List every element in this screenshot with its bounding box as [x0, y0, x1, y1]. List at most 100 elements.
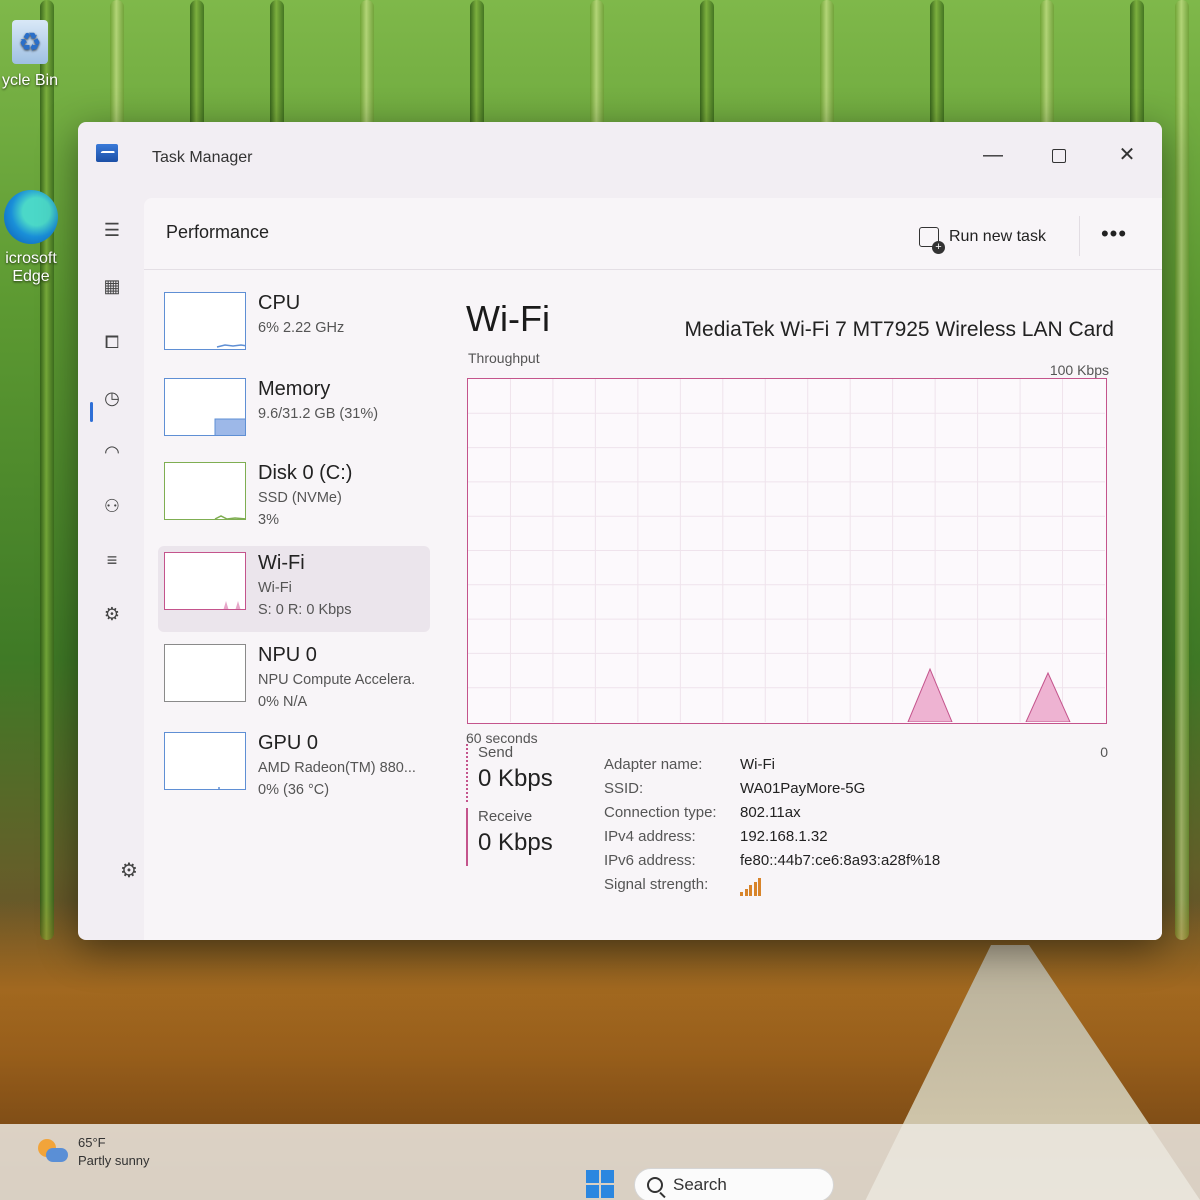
- device-detail: NPU Compute Accelera.: [258, 672, 416, 688]
- run-new-task-label: Run new task: [949, 228, 1046, 245]
- active-indicator: [90, 402, 93, 422]
- device-name: Wi-Fi: [258, 552, 305, 574]
- users-icon[interactable]: ⚇: [96, 490, 128, 522]
- receive-stat: Receive 0 Kbps: [466, 808, 596, 866]
- prop-value: 802.11ax: [740, 804, 801, 821]
- signal-bar: [753, 881, 757, 896]
- send-stat: Send 0 Kbps: [466, 744, 596, 802]
- prop-value: 192.168.1.32: [740, 828, 828, 845]
- taskbar-search[interactable]: Search: [634, 1168, 834, 1200]
- content-area: Performance Run new task ••• CPU 6% 2.22…: [144, 198, 1162, 940]
- throughput-graph-svg: [468, 379, 1105, 722]
- minimize-button[interactable]: —: [970, 138, 1016, 172]
- signal-bar: [749, 885, 752, 896]
- prop-value: WA01PayMore-5G: [740, 780, 866, 797]
- device-npu[interactable]: NPU 0 NPU Compute Accelera. 0% N/A: [158, 638, 430, 724]
- prop-label: IPv6 address:: [604, 852, 696, 869]
- edge-label-line1: icrosoft: [5, 250, 57, 267]
- prop-label: Adapter name:: [604, 756, 703, 773]
- close-button[interactable]: ✕: [1104, 138, 1150, 172]
- window-title: Task Manager: [152, 149, 253, 166]
- signal-bar: [758, 878, 761, 896]
- prop-label: Signal strength:: [604, 876, 709, 893]
- content-header: Performance Run new task •••: [144, 198, 1162, 270]
- cpu-thumbnail-graph: [164, 292, 246, 350]
- signal-bar: [740, 892, 743, 896]
- signal-bar: [744, 888, 748, 896]
- receive-label: Receive: [478, 808, 533, 825]
- settings-icon[interactable]: ⚙: [120, 858, 138, 883]
- weather-widget[interactable]: 65°F Partly sunny: [38, 1134, 150, 1170]
- receive-value: 0 Kbps: [478, 829, 553, 856]
- maximize-button[interactable]: [1036, 138, 1082, 172]
- npu-thumbnail-graph: [164, 644, 246, 702]
- prop-label: Connection type:: [604, 804, 717, 821]
- maximize-icon: [1052, 148, 1066, 163]
- prop-value: Wi-Fi: [740, 756, 775, 773]
- search-label: Search: [673, 1175, 727, 1194]
- device-detail: AMD Radeon(TM) 880...: [258, 760, 416, 776]
- taskbar: 65°F Partly sunny Search: [0, 1124, 1200, 1200]
- navigation-rail: ☰ ▦ ⧠ ◷ ◠ ⚇ ≡ ⚙: [78, 194, 144, 940]
- device-detail: 6% 2.22 GHz: [258, 320, 345, 336]
- wifi-thumbnail-graph: [164, 552, 246, 610]
- disk-thumbnail-graph: [164, 462, 246, 520]
- more-options-button[interactable]: •••: [1094, 220, 1134, 254]
- header-divider: [1079, 216, 1080, 256]
- wifi-heading: Wi-Fi: [466, 298, 550, 339]
- prop-label: SSID:: [604, 780, 644, 797]
- hamburger-menu-icon[interactable]: ☰: [96, 214, 128, 246]
- throughput-max-label: 100 Kbps: [1049, 362, 1109, 378]
- device-usage: 0% (36 °C): [258, 782, 330, 798]
- gpu-thumbnail-graph: [164, 732, 246, 790]
- send-label: Send: [478, 744, 514, 761]
- search-icon: [647, 1177, 663, 1193]
- device-wifi[interactable]: Wi-Fi Wi-Fi S: 0 R: 0 Kbps: [158, 546, 430, 632]
- throughput-spike: [1025, 671, 1071, 722]
- device-detail: Wi-Fi: [258, 580, 292, 596]
- app-history-icon[interactable]: ◷: [96, 382, 128, 414]
- desktop-recycle-bin[interactable]: ♻ ycle Bin: [0, 20, 60, 90]
- device-name: CPU: [258, 292, 301, 314]
- device-memory[interactable]: Memory 9.6/31.2 GB (31%): [158, 372, 430, 458]
- device-disk[interactable]: Disk 0 (C:) SSD (NVMe) 3%: [158, 456, 430, 542]
- run-new-task-icon: [919, 227, 945, 254]
- desktop-edge-shortcut[interactable]: icrosoft Edge: [0, 190, 62, 286]
- performance-icon[interactable]: ⧠: [96, 326, 128, 358]
- send-value: 0 Kbps: [478, 765, 553, 792]
- throughput-spike: [907, 667, 953, 722]
- memory-thumbnail-graph: [164, 378, 246, 436]
- task-manager-app-icon: [96, 144, 118, 162]
- signal-strength-icon: [740, 878, 764, 896]
- services-icon[interactable]: ⚙: [96, 598, 128, 630]
- processes-icon[interactable]: ▦: [96, 270, 128, 302]
- details-icon[interactable]: ≡: [96, 544, 128, 576]
- device-usage: 3%: [258, 512, 279, 528]
- device-cpu[interactable]: CPU 6% 2.22 GHz: [158, 286, 430, 372]
- page-title: Performance: [166, 222, 270, 242]
- weather-condition: Partly sunny: [78, 1153, 150, 1168]
- startup-apps-icon[interactable]: ◠: [96, 436, 128, 468]
- title-bar[interactable]: Task Manager — ✕: [78, 122, 1162, 194]
- edge-label-line2: Edge: [12, 268, 50, 285]
- recycle-bin-icon: ♻: [12, 20, 48, 64]
- prop-value: fe80::44b7:ce6:8a93:a28f%18: [740, 852, 941, 869]
- start-button[interactable]: [586, 1170, 616, 1200]
- device-name: Disk 0 (C:): [258, 462, 353, 484]
- graph-zero-label: 0: [1100, 744, 1108, 760]
- recycle-bin-label: ycle Bin: [1, 72, 59, 89]
- device-gpu[interactable]: GPU 0 AMD Radeon(TM) 880... 0% (36 °C): [158, 726, 430, 812]
- device-name: NPU 0: [258, 644, 317, 666]
- task-manager-window: Task Manager — ✕ ☰ ▦ ⧠ ◷ ◠ ⚇ ≡ ⚙ ⚙ Perfo…: [78, 122, 1162, 940]
- throughput-graph: [467, 378, 1107, 724]
- device-detail: SSD (NVMe): [258, 490, 342, 506]
- weather-temperature: 65°F: [78, 1135, 106, 1150]
- device-name: GPU 0: [258, 732, 319, 754]
- run-new-task-button[interactable]: Run new task: [919, 220, 1046, 254]
- device-throughput: S: 0 R: 0 Kbps: [258, 602, 352, 618]
- edge-icon: [4, 190, 58, 244]
- prop-label: IPv4 address:: [604, 828, 696, 845]
- device-name: Memory: [258, 378, 331, 400]
- adapter-full-name: MediaTek Wi-Fi 7 MT7925 Wireless LAN Car…: [684, 318, 1114, 341]
- device-usage: 0% N/A: [258, 694, 308, 710]
